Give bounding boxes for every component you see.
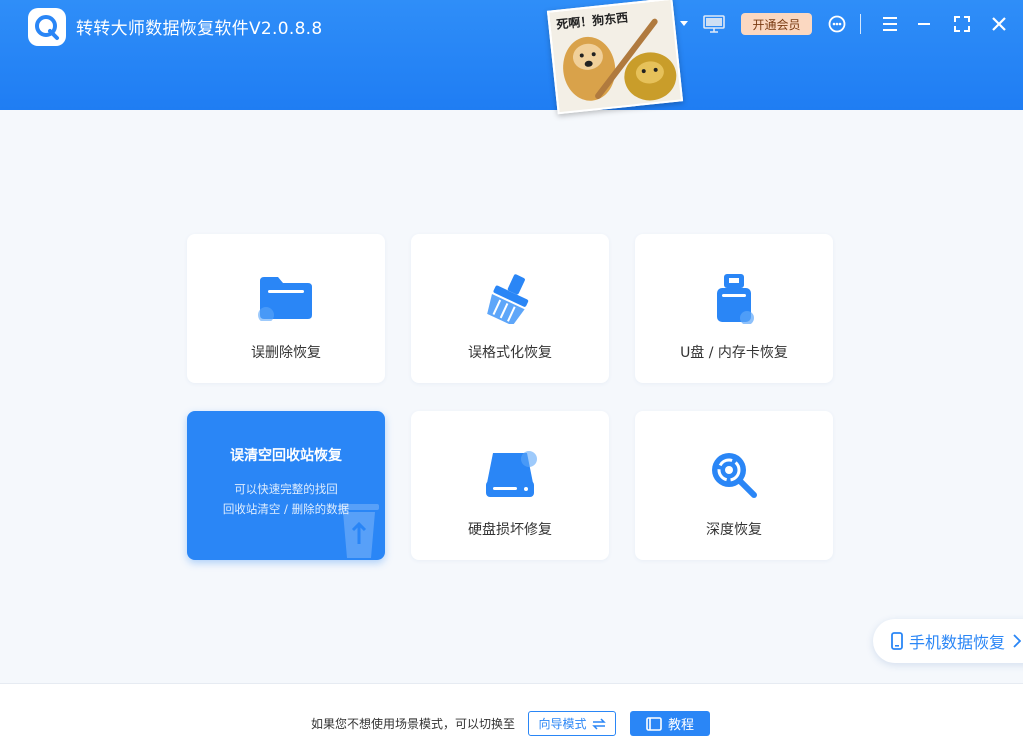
- minimize-icon[interactable]: [912, 12, 936, 36]
- card-label: 硬盘损坏修复: [468, 522, 552, 538]
- recycle-bin-icon: [333, 496, 385, 560]
- guide-mode-label: 向导模式: [538, 717, 587, 731]
- card-deep-recovery[interactable]: 深度恢复: [635, 411, 833, 560]
- avatar[interactable]: 死啊！狗东西: [546, 0, 684, 115]
- card-usb-recovery[interactable]: U盘 / 内存卡恢复: [635, 234, 833, 383]
- switch-icon: [591, 717, 606, 730]
- card-label: U盘 / 内存卡恢复: [680, 345, 788, 361]
- card-format-recovery[interactable]: 误格式化恢复: [411, 234, 609, 383]
- mobile-recovery-button[interactable]: 手机数据恢复: [873, 619, 1023, 663]
- guide-mode-button[interactable]: 向导模式: [528, 711, 616, 736]
- maximize-icon[interactable]: [950, 12, 974, 36]
- card-disk-repair[interactable]: 硬盘损坏修复: [411, 411, 609, 560]
- title-bar: 转转大师数据恢复软件V2.0.8.8 死啊！狗东西 开通会员: [0, 0, 1023, 115]
- card-recycle-bin-recovery[interactable]: 误清空回收站恢复 可以快速完整的找回 回收站清空 / 删除的数据: [187, 411, 385, 560]
- card-description: 可以快速完整的找回 回收站清空 / 删除的数据: [222, 482, 350, 516]
- card-label: 误删除恢复: [251, 345, 321, 361]
- mobile-recovery-label: 手机数据恢复: [909, 633, 1006, 652]
- card-label: 深度恢复: [706, 522, 762, 538]
- logo-icon: [28, 8, 66, 46]
- header-divider: [860, 14, 861, 34]
- headset-icon[interactable]: [825, 12, 849, 36]
- hard-disk-icon: [483, 449, 537, 501]
- monitor-icon[interactable]: [702, 12, 726, 36]
- card-label: 误格式化恢复: [468, 345, 552, 361]
- close-icon[interactable]: [987, 12, 1011, 36]
- chevron-right-icon: [1013, 634, 1022, 648]
- book-icon: [646, 716, 662, 731]
- search-icon: [708, 449, 760, 501]
- tutorial-button[interactable]: 教程: [630, 711, 710, 736]
- footer: 如果您不想使用场景模式，可以切换至 向导模式 教程: [0, 683, 1023, 753]
- footer-text: 如果您不想使用场景模式，可以切换至: [311, 717, 516, 731]
- menu-icon[interactable]: [878, 12, 902, 36]
- vip-button[interactable]: 开通会员: [741, 13, 812, 35]
- broom-icon: [482, 272, 538, 324]
- chevron-down-icon[interactable]: [672, 12, 696, 36]
- app-title: 转转大师数据恢复软件V2.0.8.8: [76, 19, 323, 39]
- usb-drive-icon: [714, 272, 754, 324]
- tutorial-label: 教程: [667, 718, 694, 733]
- card-label: 误清空回收站恢复: [230, 448, 342, 464]
- folder-icon: [258, 272, 314, 324]
- phone-icon: [891, 632, 903, 650]
- card-delete-recovery[interactable]: 误删除恢复: [187, 234, 385, 383]
